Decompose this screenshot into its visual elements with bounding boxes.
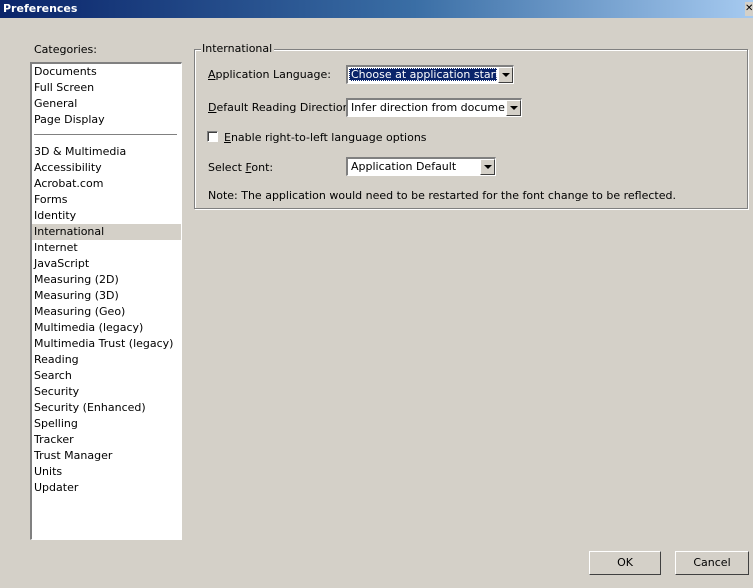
category-item[interactable]: Security (Enhanced) — [32, 400, 181, 416]
category-item[interactable]: Security — [32, 384, 181, 400]
dropdown-button[interactable] — [498, 67, 513, 83]
category-item[interactable]: Accessibility — [32, 160, 181, 176]
category-item[interactable]: Full Screen — [32, 80, 181, 96]
category-item[interactable]: 3D & Multimedia — [32, 144, 181, 160]
category-item[interactable]: Measuring (3D) — [32, 288, 181, 304]
rtl-checkbox[interactable] — [207, 131, 218, 142]
chevron-down-icon — [510, 106, 518, 110]
dropdown-button[interactable] — [506, 100, 521, 116]
select-font-label: Select Font: — [208, 161, 274, 174]
cancel-button[interactable]: Cancel — [675, 551, 749, 575]
rtl-checkbox-label[interactable]: Enable right-to-left language options — [224, 131, 427, 144]
select-font-dropdown[interactable]: Application Default — [346, 157, 496, 176]
group-title: International — [201, 42, 275, 56]
close-icon[interactable]: ✕ — [745, 2, 753, 16]
reading-direction-label: Default Reading Direction: — [208, 101, 354, 114]
ok-button[interactable]: OK — [589, 551, 661, 575]
category-item[interactable]: Measuring (2D) — [32, 272, 181, 288]
category-item[interactable]: Reading — [32, 352, 181, 368]
category-item[interactable]: Spelling — [32, 416, 181, 432]
category-item[interactable]: Documents — [32, 64, 181, 80]
category-separator — [34, 134, 177, 135]
reading-direction-value: Infer direction from document — [351, 101, 505, 114]
category-item[interactable]: Internet — [32, 240, 181, 256]
category-item[interactable]: General — [32, 96, 181, 112]
chevron-down-icon — [484, 165, 492, 169]
category-item[interactable]: Measuring (Geo) — [32, 304, 181, 320]
category-item[interactable]: Search — [32, 368, 181, 384]
category-item[interactable]: Multimedia (legacy) — [32, 320, 181, 336]
categories-list[interactable]: Documents Full Screen General Page Display … — [30, 62, 182, 540]
category-item[interactable]: Forms — [32, 192, 181, 208]
app-language-value: Choose at application startup — [349, 68, 497, 81]
category-item[interactable]: International — [32, 224, 181, 240]
window-title-bar[interactable]: Preferences ✕ — [0, 0, 753, 18]
category-item[interactable]: Acrobat.com — [32, 176, 181, 192]
category-item[interactable]: JavaScript — [32, 256, 181, 272]
category-item[interactable]: Multimedia Trust (legacy) — [32, 336, 181, 352]
chevron-down-icon — [502, 73, 510, 77]
category-item[interactable]: Page Display — [32, 112, 181, 128]
reading-direction-dropdown[interactable]: Infer direction from document — [346, 98, 522, 117]
dropdown-button[interactable] — [480, 159, 495, 175]
app-language-label: Application Language: — [208, 68, 331, 81]
categories-label: Categories: — [34, 43, 97, 56]
app-language-dropdown[interactable]: Choose at application startup — [346, 65, 514, 84]
category-item[interactable]: Trust Manager — [32, 448, 181, 464]
category-item[interactable]: Identity — [32, 208, 181, 224]
category-item[interactable]: Updater — [32, 480, 181, 496]
window-title: Preferences — [3, 2, 78, 15]
restart-note: Note: The application would need to be r… — [208, 189, 676, 202]
category-item[interactable]: Units — [32, 464, 181, 480]
category-item[interactable]: Tracker — [32, 432, 181, 448]
select-font-value: Application Default — [351, 160, 457, 173]
